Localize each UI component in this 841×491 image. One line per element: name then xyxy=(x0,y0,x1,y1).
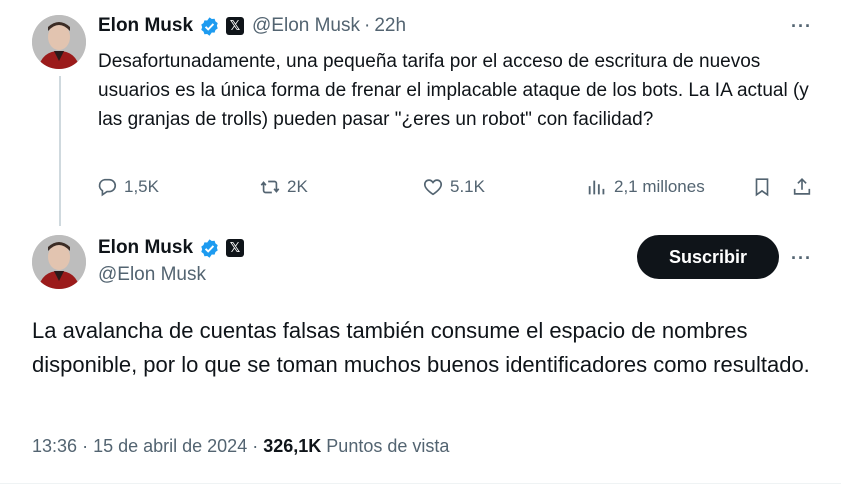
avatar-image xyxy=(32,15,86,69)
views-count: 326,1K xyxy=(263,436,322,456)
more-options-icon[interactable]: ··· xyxy=(791,16,812,37)
tweet-text: La avalancha de cuentas falsas también c… xyxy=(32,318,810,377)
separator-dot: · xyxy=(82,436,89,456)
views-label: Puntos de vista xyxy=(326,436,450,456)
x-logo-icon: 𝕏 xyxy=(226,239,245,257)
avatar-image xyxy=(32,235,86,289)
separator-dot: · xyxy=(364,15,371,36)
thread-line xyxy=(59,76,61,226)
tweet-time[interactable]: 13:36 xyxy=(32,436,77,456)
x-logo-icon: 𝕏 xyxy=(226,17,245,35)
reply-icon xyxy=(98,178,117,197)
bookmark-button[interactable] xyxy=(751,176,779,198)
repost-icon xyxy=(260,180,280,194)
share-button[interactable] xyxy=(791,176,819,198)
author-handle[interactable]: @Elon Musk xyxy=(252,15,360,37)
reply-header: Elon Musk 𝕏 @Elon Musk · 22h xyxy=(98,15,406,37)
tweet-date[interactable]: 15 de abril de 2024 xyxy=(93,436,247,456)
main-header: Elon Musk 𝕏 xyxy=(98,237,245,259)
author-name[interactable]: Elon Musk xyxy=(98,237,193,259)
action-bar: 1,5K 2K 5.1K 2,1 millones xyxy=(96,176,821,204)
repost-button[interactable]: 2K xyxy=(259,176,308,198)
like-count: 5.1K xyxy=(450,177,485,196)
tweet-meta: 13:36 · 15 de abril de 2024 · 326,1K Pun… xyxy=(32,436,449,457)
reply-button[interactable]: 1,5K xyxy=(96,176,159,198)
author-handle[interactable]: @Elon Musk xyxy=(98,264,206,286)
reply-count: 1,5K xyxy=(124,177,159,196)
avatar[interactable] xyxy=(32,15,86,69)
repost-count: 2K xyxy=(287,177,308,196)
separator-dot: · xyxy=(252,436,259,456)
tweet-time[interactable]: 22h xyxy=(374,15,406,37)
heart-icon xyxy=(423,179,443,196)
verified-badge-icon xyxy=(201,16,218,36)
share-icon xyxy=(793,178,811,195)
bookmark-icon xyxy=(755,178,769,197)
avatar[interactable] xyxy=(32,235,86,289)
more-options-icon[interactable]: ··· xyxy=(791,248,812,269)
divider xyxy=(0,483,841,484)
views-count: 2,1 millones xyxy=(614,177,705,196)
views-button[interactable]: 2,1 millones xyxy=(586,176,705,198)
like-button[interactable]: 5.1K xyxy=(422,176,485,198)
tweet-text: Desafortunadamente, una pequeña tarifa p… xyxy=(98,51,809,130)
analytics-icon xyxy=(588,180,605,195)
subscribe-button[interactable]: Suscribir xyxy=(637,235,779,279)
verified-badge-icon xyxy=(201,238,218,258)
author-name[interactable]: Elon Musk xyxy=(98,15,193,37)
